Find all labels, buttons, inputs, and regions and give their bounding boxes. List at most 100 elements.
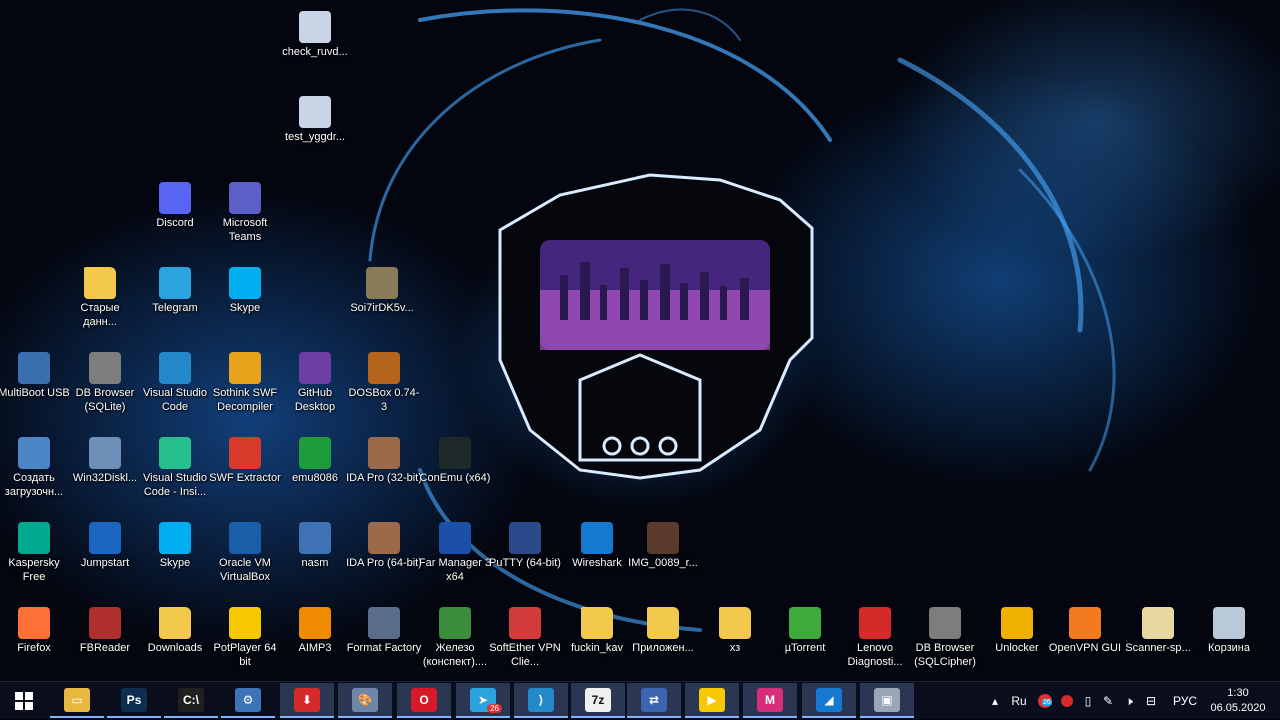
desktop-icon[interactable]: Unlocker <box>979 604 1055 681</box>
desktop-icon[interactable]: Wireshark <box>559 519 635 599</box>
desktop-icon[interactable]: ConEmu (x64) <box>417 434 493 514</box>
taskbar-button[interactable]: ⚙ <box>221 683 275 718</box>
virtualbox-icon <box>229 522 261 554</box>
desktop-icon[interactable]: nasm <box>277 519 353 599</box>
desktop-icon[interactable]: Firefox <box>0 604 72 681</box>
vscode-icon <box>159 352 191 384</box>
desktop-icon[interactable]: Format Factory <box>346 604 422 681</box>
taskbar-button[interactable]: ▶ <box>685 683 739 718</box>
disk-imager-icon <box>89 437 121 469</box>
desktop-icon[interactable]: Microsoft Teams <box>207 179 283 259</box>
desktop-icon[interactable]: MultiBoot USB <box>0 349 72 429</box>
tray-download-icon[interactable] <box>1057 682 1077 720</box>
tray-badge: 26 <box>1042 699 1052 706</box>
sothink-icon <box>229 352 261 384</box>
taskbar-button[interactable]: ➤ 26 <box>456 683 510 718</box>
taskbar-button[interactable]: C:\ <box>164 683 218 718</box>
desktop-icon-label: GitHub Desktop <box>294 387 336 413</box>
desktop-icon[interactable]: Skype <box>137 519 213 599</box>
tray-network-icon[interactable]: ⊟ <box>1141 682 1161 720</box>
tray-language[interactable]: Ru <box>1006 682 1032 720</box>
desktop-icon[interactable]: Kaspersky Free <box>0 519 72 599</box>
taskbar-button[interactable]: ⇄ <box>627 683 681 718</box>
taskbar-button[interactable]: 🎨 <box>338 683 392 718</box>
desktop-icon[interactable]: Downloads <box>137 604 213 681</box>
mpc-icon: M <box>757 687 783 712</box>
desktop-icon-label: Firefox <box>17 642 51 654</box>
desktop-icon[interactable]: Scanner-sp... <box>1120 604 1196 681</box>
start-button[interactable] <box>0 682 48 720</box>
desktop-icon-label: IDA Pro (64-bit) <box>346 557 422 569</box>
tray-input-indicator[interactable]: РУС <box>1168 682 1202 720</box>
desktop-icon[interactable]: IDA Pro (64-bit) <box>346 519 422 599</box>
desktop-icon[interactable]: PuTTY (64-bit) <box>487 519 563 599</box>
desktop-icon[interactable]: Soi7irDK5v... <box>344 264 420 344</box>
taskbar-button[interactable]: ⬇ <box>280 683 334 718</box>
desktop-icon-label: Downloads <box>147 642 203 654</box>
desktop-icon[interactable]: fuckin_kav <box>559 604 635 681</box>
desktop-icon[interactable]: Создать загрузочн... <box>0 434 72 514</box>
desktop-icon[interactable]: Железо (конспект).... <box>417 604 493 681</box>
desktop-icon-label: DOSBox 0.74-3 <box>348 387 420 413</box>
desktop-icon-label: OpenVPN GUI <box>1048 642 1122 654</box>
desktop-icon[interactable]: µTorrent <box>767 604 843 681</box>
desktop-icon[interactable]: emu8086 <box>277 434 353 514</box>
taskbar-button[interactable]: ▭ <box>50 683 104 718</box>
desktop-icon[interactable]: test_yggdr... <box>277 93 353 173</box>
desktop-icon[interactable]: Старые данн... <box>62 264 138 344</box>
desktop-icon[interactable]: check_ruvd... <box>277 8 353 88</box>
desktop-icon[interactable]: Приложен... <box>625 604 701 681</box>
desktop-icon[interactable]: DB Browser (SQLite) <box>67 349 143 429</box>
desktop-icon-label: Корзина <box>1208 642 1250 654</box>
desktop-icon[interactable]: IDA Pro (32-bit) <box>346 434 422 514</box>
desktop-icon[interactable]: DOSBox 0.74-3 <box>346 349 422 429</box>
file-explorer-icon: ▭ <box>64 687 90 712</box>
desktop-icon[interactable]: OpenVPN GUI <box>1047 604 1123 681</box>
desktop-icon[interactable]: Far Manager 3 x64 <box>417 519 493 599</box>
desktop-icon[interactable]: IMG_0089_r... <box>625 519 701 599</box>
openvpn-icon <box>1069 607 1101 639</box>
desktop-icon[interactable]: Lenovo Diagnosti... <box>837 604 913 681</box>
desktop-icon-label: Far Manager 3 x64 <box>418 557 492 583</box>
desktop-icon[interactable]: Win32Diskl... <box>67 434 143 514</box>
taskbar-button[interactable]: M <box>743 683 797 718</box>
desktop-icon[interactable]: Discord <box>137 179 213 259</box>
desktop-icon-label: Visual Studio Code - Insi... <box>142 472 207 498</box>
desktop-icon[interactable]: Jumpstart <box>67 519 143 599</box>
database-icon <box>89 352 121 384</box>
desktop-icon-label: ConEmu (x64) <box>419 472 491 484</box>
desktop-icon[interactable]: FBReader <box>67 604 143 681</box>
desktop-icon[interactable]: Skype <box>207 264 283 344</box>
taskbar-button[interactable]: ⟩ <box>514 683 568 718</box>
desktop-icon[interactable]: хз <box>697 604 773 681</box>
taskbar-button[interactable]: O <box>397 683 451 718</box>
tray-overflow-chevron-icon[interactable]: ▴ <box>986 682 1004 720</box>
desktop-icon[interactable]: Visual Studio Code <box>137 349 213 429</box>
desktop-icon-label: Soi7irDK5v... <box>350 302 414 314</box>
desktop-icon[interactable]: Sothink SWF Decompiler <box>207 349 283 429</box>
github-desktop-icon <box>299 352 331 384</box>
desktop-icon[interactable]: SoftEther VPN Clie... <box>487 604 563 681</box>
taskbar-button[interactable]: ▣ <box>860 683 914 718</box>
paint-icon: 🎨 <box>352 687 378 712</box>
taskbar-badge: 26 <box>487 704 502 713</box>
tray-battery-icon[interactable]: ▯ <box>1079 682 1097 720</box>
desktop-icon[interactable]: PotPlayer 64 bit <box>207 604 283 681</box>
desktop-icon[interactable]: Oracle VM VirtualBox <box>207 519 283 599</box>
desktop-icon[interactable]: Корзина <box>1191 604 1267 681</box>
desktop-icon[interactable]: DB Browser (SQLCipher) <box>907 604 983 681</box>
desktop-icon[interactable]: AIMP3 <box>277 604 353 681</box>
tray-notification-icon[interactable]: 26 <box>1034 682 1056 720</box>
desktop-icon[interactable]: SWF Extractor <box>207 434 283 514</box>
potplayer-icon: ▶ <box>699 687 725 712</box>
terminal-icon: C:\ <box>178 687 204 712</box>
desktop-icon[interactable]: Telegram <box>137 264 213 344</box>
desktop-icon[interactable]: Visual Studio Code - Insi... <box>137 434 213 514</box>
taskbar-clock[interactable]: 1:30 06.05.2020 <box>1210 686 1266 716</box>
taskbar-button[interactable]: Ps <box>107 683 161 718</box>
taskbar-button[interactable]: ◢ <box>802 683 856 718</box>
desktop-icon[interactable]: GitHub Desktop <box>277 349 353 429</box>
tray-pen-icon[interactable]: ✎ <box>1099 682 1117 720</box>
taskbar-button[interactable]: 7z <box>571 683 625 718</box>
tray-volume-icon[interactable]: 🕨 <box>1119 682 1139 720</box>
